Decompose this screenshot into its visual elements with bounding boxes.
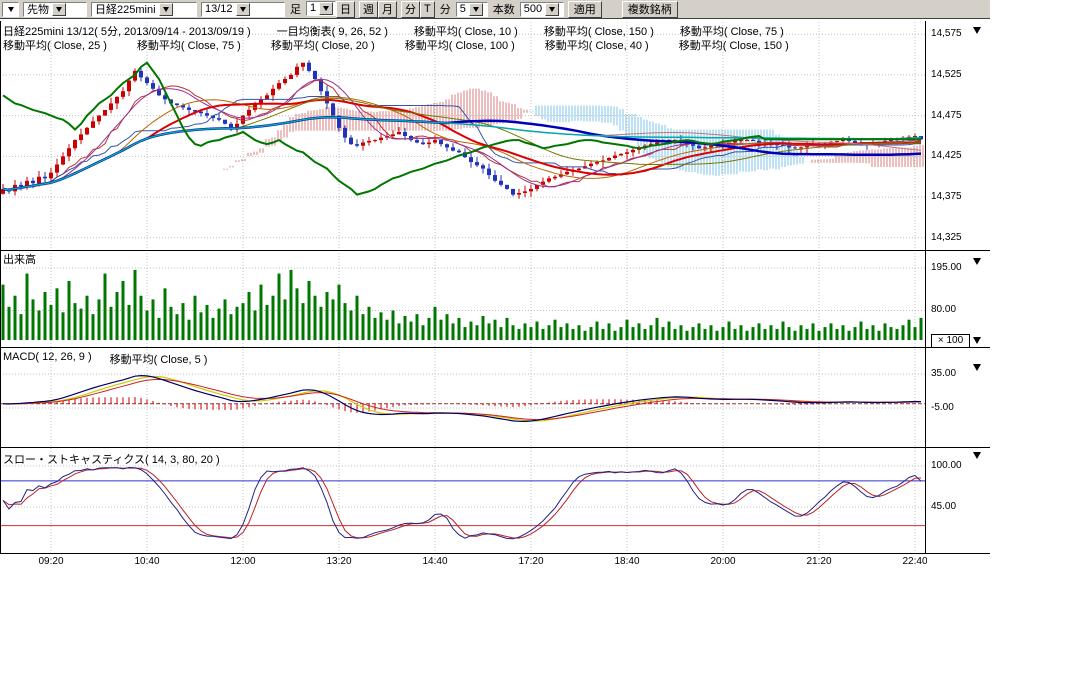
stochastics-panel-title: スロー・ストキャスティクス( 14, 3, 80, 20 ) xyxy=(3,451,220,467)
legend-item-ma150-2: 移動平均( Close, 150 ) xyxy=(679,37,789,53)
legend-item-ma40: 移動平均( Close, 40 ) xyxy=(545,37,649,53)
apply-button[interactable]: 適用 xyxy=(568,1,602,18)
macd-panel-title: MACD( 12, 26, 9 ) 移動平均( Close, 5 ) xyxy=(3,351,207,367)
triangle-down-icon xyxy=(973,337,981,344)
bars-count-dropdown[interactable]: 500 xyxy=(520,2,564,17)
macd-ma-label: 移動平均( Close, 5 ) xyxy=(110,351,208,367)
price-axis-label: 14,575 xyxy=(931,28,962,39)
period-button-tick[interactable]: T xyxy=(420,1,435,18)
volume-panel-menu-button[interactable] xyxy=(973,256,986,267)
chart-application-window: 先物 日経225mini 13/12 足 1 日 週 月 分 T 分 xyxy=(0,0,990,576)
macd-label: MACD( 12, 26, 9 ) xyxy=(3,351,92,367)
chevron-down-icon xyxy=(52,3,66,16)
period-button-minute[interactable]: 分 xyxy=(401,1,420,18)
time-axis-label: 20:00 xyxy=(706,556,740,567)
category-select-value: 先物 xyxy=(27,1,49,17)
period-button-week[interactable]: 週 xyxy=(359,1,378,18)
bars-label: 本数 xyxy=(492,1,516,17)
chevron-down-icon xyxy=(469,3,483,16)
macd-panel-menu-button[interactable] xyxy=(973,362,986,373)
time-axis-label: 21:20 xyxy=(802,556,836,567)
symbol-select-value: 日経225mini xyxy=(95,1,156,17)
multiplier-menu-button[interactable] xyxy=(973,335,986,346)
price-axis-label: 14,425 xyxy=(931,150,962,161)
triangle-down-icon xyxy=(973,27,981,34)
time-axis-label: 13:20 xyxy=(322,556,356,567)
legend-item-ma75-2: 移動平均( Close, 75 ) xyxy=(137,37,241,53)
contract-month-value: 13/12 xyxy=(205,3,233,15)
stoch-axis-label: 45.00 xyxy=(931,501,956,512)
legend-item-ma20: 移動平均( Close, 20 ) xyxy=(271,37,375,53)
price-axis-label: 14,325 xyxy=(931,232,962,243)
price-axis-label: 14,475 xyxy=(931,110,962,121)
minute-label: 分 xyxy=(439,1,452,17)
triangle-down-icon xyxy=(973,258,981,265)
symbol-select[interactable]: 日経225mini xyxy=(91,2,197,17)
time-axis-label: 12:00 xyxy=(226,556,260,567)
stochastics-panel-menu-button[interactable] xyxy=(973,450,986,461)
multi-symbol-button[interactable]: 複数銘柄 xyxy=(622,1,678,18)
chevron-down-icon xyxy=(8,7,14,12)
volume-panel-title: 出来高 xyxy=(3,251,36,267)
corner-dropdown[interactable] xyxy=(2,2,19,17)
time-axis-label: 18:40 xyxy=(610,556,644,567)
period-button-day[interactable]: 日 xyxy=(336,1,355,18)
chevron-down-icon xyxy=(236,3,250,16)
price-axis-label: 14,375 xyxy=(931,191,962,202)
main-panel-menu-button[interactable] xyxy=(973,25,986,36)
time-axis-label: 17:20 xyxy=(514,556,548,567)
volume-axis-label: 195.00 xyxy=(931,262,962,273)
toolbar: 先物 日経225mini 13/12 足 1 日 週 月 分 T 分 xyxy=(0,0,990,19)
timeframe-label: 足 xyxy=(289,1,302,17)
triangle-down-icon xyxy=(973,452,981,459)
contract-month-select[interactable]: 13/12 xyxy=(201,2,285,17)
interval-value: 1 xyxy=(310,2,316,14)
period-button-month[interactable]: 月 xyxy=(378,1,397,18)
time-axis-label: 22:40 xyxy=(898,556,927,567)
time-axis-label: 09:20 xyxy=(34,556,68,567)
chevron-down-icon xyxy=(319,2,333,15)
volume-multiplier-badge: × 100 xyxy=(931,334,970,348)
time-axis-label: 14:40 xyxy=(418,556,452,567)
stoch-axis-label: 100.00 xyxy=(931,460,962,471)
minute-interval-dropdown[interactable]: 5 xyxy=(456,2,488,17)
category-select[interactable]: 先物 xyxy=(23,2,87,17)
bars-count-value: 500 xyxy=(524,3,542,15)
chevron-down-icon xyxy=(545,3,559,16)
price-axis-label: 14,525 xyxy=(931,69,962,80)
macd-axis-label: -5.00 xyxy=(931,402,954,413)
legend-item-ma25: 移動平均( Close, 25 ) xyxy=(3,37,107,53)
chart-canvas[interactable] xyxy=(0,0,990,576)
chevron-down-icon xyxy=(159,3,173,16)
time-axis: 09:20 10:40 12:00 13:20 14:40 17:20 18:40 20:00… xyxy=(0,556,927,569)
interval-dropdown[interactable]: 1 xyxy=(306,1,336,16)
minute-interval-value: 5 xyxy=(460,3,466,15)
volume-axis-label: 80.00 xyxy=(931,304,956,315)
time-axis-label: 10:40 xyxy=(130,556,164,567)
macd-axis-label: 35.00 xyxy=(931,368,956,379)
triangle-down-icon xyxy=(973,364,981,371)
legend-row-2: 移動平均( Close, 25 ) 移動平均( Close, 75 ) 移動平均… xyxy=(3,37,789,53)
legend-item-ma100: 移動平均( Close, 100 ) xyxy=(405,37,515,53)
